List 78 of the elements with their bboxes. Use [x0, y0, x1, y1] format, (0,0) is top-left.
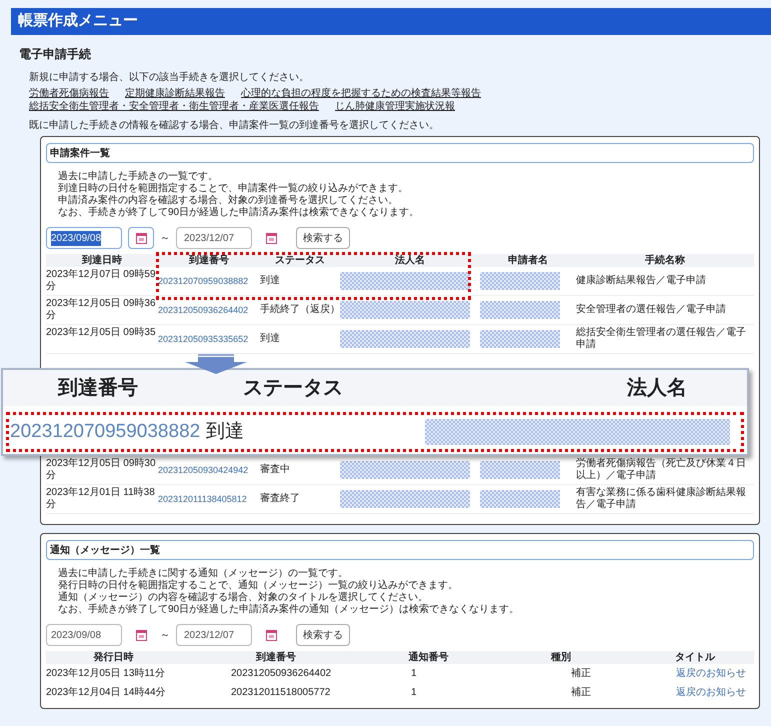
- date-field[interactable]: 2023/09/08: [46, 227, 122, 249]
- description-line: 到達日時の日付を範囲指定することで、申請案件一覧の絞り込みができます。: [58, 183, 409, 194]
- column-header: 通知番号: [371, 651, 486, 664]
- calendar-icon: [266, 630, 276, 640]
- description-line: なお、手続きが終了して90日が経過した申請済み案件は検索できなくなります。: [58, 207, 420, 219]
- column-header: 手続名称: [644, 254, 686, 267]
- description-line: 通知（メッセージ）の内容を確認する場合、対象のタイトルを選択してください。: [58, 592, 429, 604]
- status-text: 到達: [260, 332, 281, 346]
- column-header: 到達番号: [181, 651, 371, 664]
- calendar-button[interactable]: [128, 227, 154, 249]
- arrival-number-link[interactable]: 202312011138405812: [158, 493, 247, 505]
- range-separator: ～: [160, 628, 170, 642]
- description-line: 発行日時の日付を範囲指定することで、通知（メッセージ）一覧の絞り込みができます。: [58, 580, 459, 592]
- date-field[interactable]: 2023/12/07: [176, 227, 252, 249]
- table-cell-text: 1: [410, 686, 418, 700]
- column-header: 到達番号: [188, 254, 230, 267]
- calendar-icon: [266, 232, 276, 244]
- arrival-number-link[interactable]: 202312070959038882: [10, 418, 200, 446]
- status-text: 到達: [206, 420, 244, 444]
- description-line: なお、手続きが終了して90日が経過した申請済み案件の通知（メッセージ）は検索できなくなります。: [58, 604, 520, 616]
- panel-title: 通知（メッセージ）一覧: [46, 540, 754, 560]
- status-text: 到達: [260, 274, 281, 288]
- instruction-text: 既に申請した手続きの情報を確認する場合、申請案件一覧の到達番号を選択してください。: [29, 118, 440, 133]
- table-cell-text: 補正: [570, 686, 592, 700]
- procedure-link[interactable]: 心理的な負担の程度を把握するための検査結果等報告: [241, 87, 481, 100]
- column-header: ステータス: [274, 254, 326, 267]
- procedure-link[interactable]: 労働者死傷病報告: [29, 87, 109, 100]
- status-text: 審査終了: [260, 492, 301, 506]
- column-header: 種別: [486, 651, 636, 664]
- panel-title: 申請案件一覧: [46, 143, 754, 163]
- table-cell-text: 202312011518005772: [230, 686, 332, 700]
- description-line: 過去に申請した手続きの一覧です。: [58, 171, 219, 182]
- date-field[interactable]: 2023/12/07: [176, 624, 252, 646]
- search-button[interactable]: 検索する: [296, 624, 350, 646]
- procedure-name: 有害な業務に係る歯科健康診断結果報告／電子申請: [576, 487, 747, 511]
- table-cell-text: 202312050936264402: [230, 667, 332, 681]
- procedure-name: 総括安全衛生管理者の選任報告／電子申請: [576, 327, 747, 351]
- page-title: 帳票作成メニュー: [18, 11, 138, 32]
- column-header: 到達日時: [80, 254, 123, 267]
- arrival-datetime: 2023年12月01日 11時38分: [46, 487, 156, 511]
- date-field[interactable]: 2023/09/08: [46, 624, 122, 646]
- arrival-number-link[interactable]: 202312070959038882: [158, 275, 248, 287]
- calendar-icon: [136, 232, 146, 244]
- instruction-text: 新規に申請する場合、以下の該当手続きを選択してください。: [29, 70, 310, 85]
- column-header: 法人名: [626, 376, 688, 401]
- status-text: 手続終了（返戻）: [260, 302, 340, 317]
- arrival-datetime: 2023年12月05日 09時35: [46, 327, 157, 339]
- arrival-number-link[interactable]: 202312050936264402: [158, 304, 248, 316]
- notice-title-link[interactable]: 返戻のお知らせ: [676, 668, 746, 679]
- arrival-datetime: 2023年12月05日 09時36分: [46, 298, 157, 322]
- table-cell-text: 1: [410, 667, 418, 681]
- column-header: 到達番号: [56, 376, 139, 401]
- column-header: 法人名: [394, 254, 426, 267]
- column-header: 申請者名: [507, 254, 549, 267]
- procedure-link[interactable]: 定期健康診断結果報告: [125, 87, 225, 100]
- column-header: ステータス: [242, 376, 344, 401]
- procedure-link[interactable]: 総括安全衛生管理者・安全管理者・衛生管理者・産業医選任報告: [29, 100, 319, 113]
- description-line: 過去に申請した手続きに関する通知（メッセージ）の一覧です。: [58, 568, 349, 580]
- table-cell-text: 2023年12月04日 14時44分: [46, 686, 167, 700]
- procedure-name: 健康診断結果報告／電子申請: [576, 275, 707, 287]
- procedure-name: 労働者死傷病報告（死亡及び休業４日以上）／電子申請: [576, 458, 747, 482]
- arrival-datetime: 2023年12月07日 09時59分: [46, 269, 157, 293]
- column-header: 発行日時: [46, 651, 181, 664]
- table-cell-text: 2023年12月05日 13時11分: [46, 666, 166, 681]
- calendar-icon: [136, 630, 146, 640]
- search-button[interactable]: 検索する: [296, 227, 350, 249]
- arrival-datetime: 2023年12月05日 09時30分: [46, 458, 157, 482]
- arrival-number-link[interactable]: 202312050930424942: [158, 464, 248, 476]
- description-line: 申請済み案件の内容を確認する場合、対象の到達番号を選択してください。: [58, 195, 399, 206]
- range-separator: ～: [160, 232, 170, 246]
- column-header: タイトル: [636, 651, 754, 664]
- notice-title-link[interactable]: 返戻のお知らせ: [676, 687, 746, 698]
- table-cell-text: 補正: [570, 666, 592, 681]
- procedure-link[interactable]: じん肺健康管理実施状況報: [335, 100, 455, 113]
- section-title: 電子申請手続: [19, 46, 92, 63]
- status-text: 審査中: [260, 462, 291, 477]
- arrival-number-link[interactable]: 202312050935335652: [158, 333, 248, 345]
- procedure-name: 安全管理者の選任報告／電子申請: [576, 304, 727, 316]
